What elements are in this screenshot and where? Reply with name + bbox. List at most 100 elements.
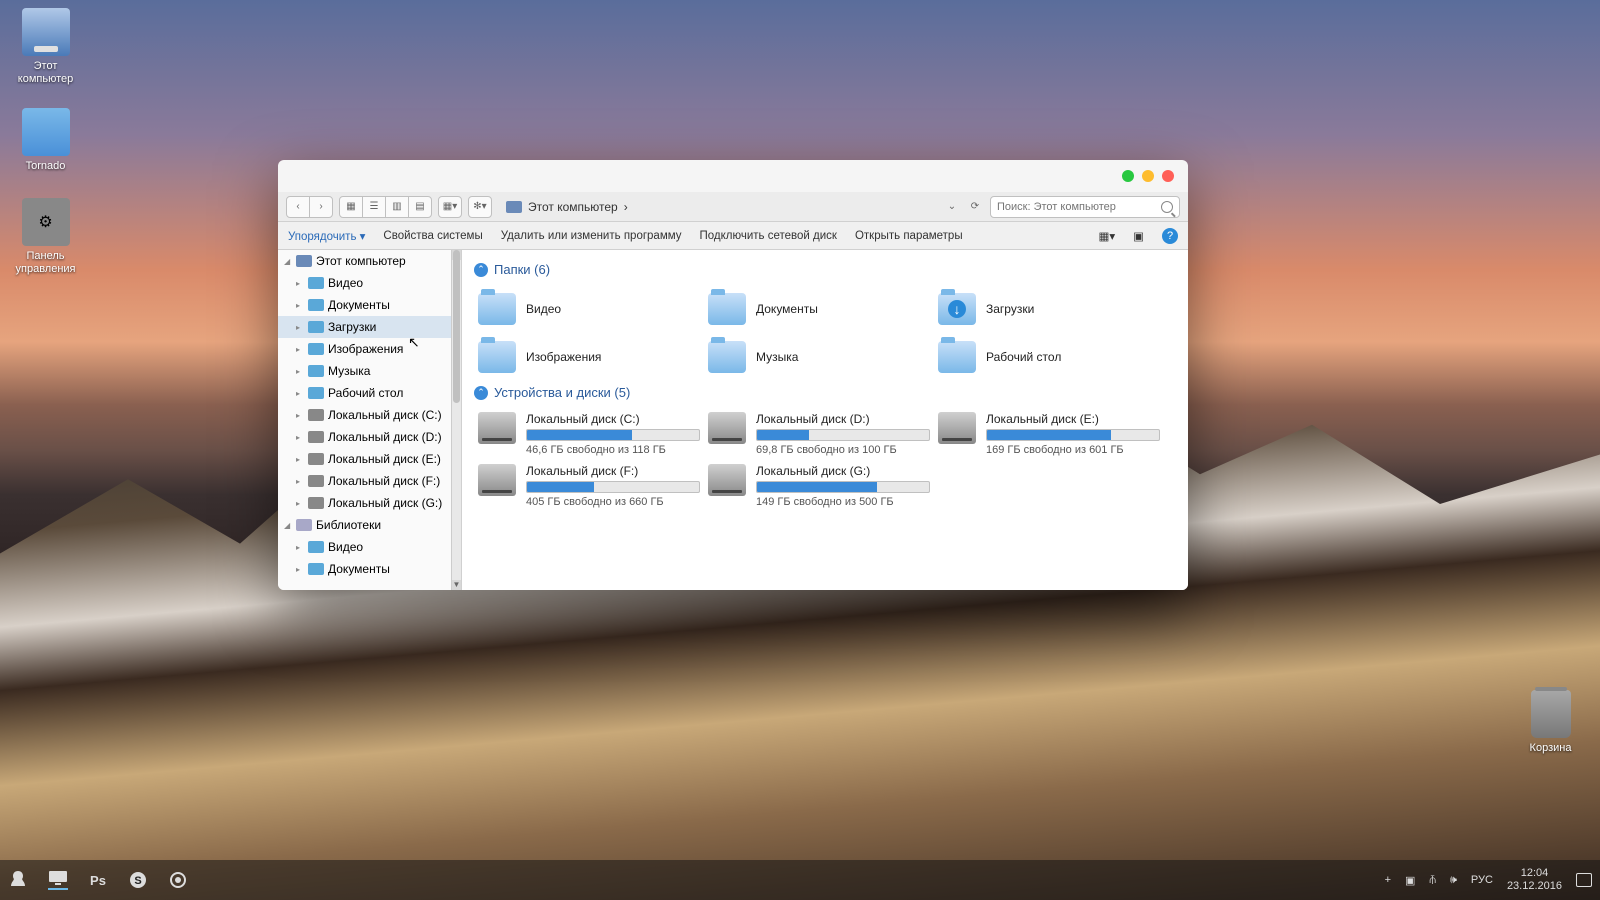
scroll-down-icon[interactable]: ▼	[452, 580, 461, 590]
titlebar[interactable]	[278, 160, 1188, 192]
drive-item[interactable]: Локальный диск (F:)405 ГБ свободно из 66…	[474, 460, 704, 512]
view-icons-button[interactable]: ▦	[339, 196, 363, 218]
sidebar-item[interactable]: ▸Изображения	[278, 338, 461, 360]
nav-back-button[interactable]: ‹	[286, 196, 310, 218]
search-box[interactable]	[990, 196, 1180, 218]
icon-label: Панель управления	[8, 250, 83, 276]
settings-button[interactable]: ✻▾	[468, 196, 492, 218]
folder-item[interactable]: Музыка	[704, 333, 934, 381]
folder-icon	[708, 293, 746, 325]
icon-label: Корзина	[1513, 742, 1588, 755]
tray-screen-icon[interactable]: ▣	[1405, 874, 1415, 887]
tray-clock[interactable]: 12:04 23.12.2016	[1507, 867, 1562, 893]
tray-add-icon[interactable]: +	[1385, 874, 1391, 886]
sidebar-label: Видео	[328, 276, 363, 290]
view-list-button[interactable]: ☰	[362, 196, 386, 218]
view-columns-button[interactable]: ▥	[385, 196, 409, 218]
view-gallery-button[interactable]: ▤	[408, 196, 432, 218]
sidebar-item[interactable]: ▸Локальный диск (F:)	[278, 470, 461, 492]
drive-item[interactable]: Локальный диск (D:)69,8 ГБ свободно из 1…	[704, 408, 934, 460]
clock-date: 23.12.2016	[1507, 880, 1562, 893]
drive-icon	[308, 497, 324, 509]
desktop-icon-recycle-bin[interactable]: Корзина	[1513, 690, 1588, 755]
sidebar-item[interactable]: ▸Видео	[278, 536, 461, 558]
desktop-icon-tornado[interactable]: Tornado	[8, 108, 83, 173]
nav-forward-button[interactable]: ›	[309, 196, 333, 218]
sidebar-item[interactable]: ▸Музыка	[278, 360, 461, 382]
system-properties-button[interactable]: Свойства системы	[383, 230, 482, 242]
folder-item[interactable]: Документы	[704, 285, 934, 333]
folder-item[interactable]: Видео	[474, 285, 704, 333]
sidebar-item[interactable]: ▸Локальный диск (C:)	[278, 404, 461, 426]
drive-usage-bar	[986, 429, 1160, 441]
folder-icon	[478, 293, 516, 325]
toolbar: ‹ › ▦ ☰ ▥ ▤ ▦▾ ✻▾ Этот компьютер › ⌄ ⟳	[278, 192, 1188, 222]
drive-name: Локальный диск (D:)	[756, 412, 930, 426]
drive-free-text: 169 ГБ свободно из 601 ГБ	[986, 444, 1160, 456]
sidebar-label: Изображения	[328, 342, 403, 356]
tray-language[interactable]: РУС	[1471, 874, 1493, 886]
sidebar-item[interactable]: ▸Локальный диск (G:)	[278, 492, 461, 514]
map-network-drive-button[interactable]: Подключить сетевой диск	[700, 230, 837, 242]
taskbar-skype[interactable]: S	[128, 870, 148, 890]
close-button[interactable]	[1162, 170, 1174, 182]
start-button[interactable]	[8, 870, 28, 890]
minimize-button[interactable]	[1122, 170, 1134, 182]
icon-label: Этот компьютер	[8, 60, 83, 86]
history-dropdown-button[interactable]: ⌄	[944, 196, 960, 218]
sidebar-root-this-pc[interactable]: ◢ Этот компьютер	[278, 250, 461, 272]
icon-label: Tornado	[8, 160, 83, 173]
folder-icon	[308, 541, 324, 553]
sidebar-label: Рабочий стол	[328, 386, 403, 400]
taskbar: Ps S + ▣ ⫚ 🕪 РУС 12:04 23.12.2016	[0, 860, 1600, 900]
folder-icon	[938, 341, 976, 373]
folder-item[interactable]: Изображения	[474, 333, 704, 381]
desktop-icon-control-panel[interactable]: ⚙ Панель управления	[8, 198, 83, 276]
group-title: Папки (6)	[494, 262, 550, 277]
folder-item[interactable]: Рабочий стол	[934, 333, 1164, 381]
sidebar-item[interactable]: ▸Документы	[278, 558, 461, 580]
group-header-drives[interactable]: ⌃ Устройства и диски (5)	[474, 385, 1176, 400]
uninstall-program-button[interactable]: Удалить или изменить программу	[501, 230, 682, 242]
sidebar-item[interactable]: ▸Локальный диск (D:)	[278, 426, 461, 448]
scrollbar-thumb[interactable]	[453, 250, 460, 403]
taskbar-explorer[interactable]	[48, 870, 68, 890]
desktop-icon-this-pc[interactable]: Этот компьютер	[8, 8, 83, 86]
folder-icon	[308, 365, 324, 377]
help-button[interactable]: ?	[1162, 228, 1178, 244]
drive-free-text: 149 ГБ свободно из 500 ГБ	[756, 496, 930, 508]
maximize-button[interactable]	[1142, 170, 1154, 182]
taskbar-chrome[interactable]	[168, 870, 188, 890]
tray-volume-icon[interactable]: 🕪	[1450, 874, 1457, 887]
view-options-button[interactable]: ▦▾	[438, 196, 462, 218]
refresh-button[interactable]: ⟳	[966, 196, 984, 218]
drive-icon	[308, 431, 324, 443]
folder-label: Рабочий стол	[986, 350, 1061, 364]
view-options-icon[interactable]: ▦▾	[1098, 229, 1115, 243]
sidebar-item[interactable]: ▸Загрузки	[278, 316, 461, 338]
sidebar-scrollbar[interactable]: ▲ ▼	[451, 250, 461, 590]
drive-item[interactable]: Локальный диск (G:)149 ГБ свободно из 50…	[704, 460, 934, 512]
search-input[interactable]	[997, 201, 1161, 213]
taskbar-photoshop[interactable]: Ps	[88, 870, 108, 890]
preview-pane-icon[interactable]: ▣	[1133, 229, 1144, 243]
sidebar-item[interactable]: ▸Рабочий стол	[278, 382, 461, 404]
tray-notifications-icon[interactable]	[1576, 873, 1592, 887]
folder-label: Изображения	[526, 350, 601, 364]
group-header-folders[interactable]: ⌃ Папки (6)	[474, 262, 1176, 277]
drive-item[interactable]: Локальный диск (E:)169 ГБ свободно из 60…	[934, 408, 1164, 460]
folder-item[interactable]: Загрузки	[934, 285, 1164, 333]
sidebar-item[interactable]: ▸Локальный диск (E:)	[278, 448, 461, 470]
sidebar-item[interactable]: ▸Документы	[278, 294, 461, 316]
breadcrumb[interactable]: Этот компьютер ›	[498, 200, 938, 214]
sidebar-item[interactable]: ▸Видео	[278, 272, 461, 294]
tray-network-icon[interactable]: ⫚	[1429, 874, 1436, 887]
sidebar-root-libraries[interactable]: ◢ Библиотеки	[278, 514, 461, 536]
organize-button[interactable]: Упорядочить ▾	[288, 229, 365, 243]
sidebar-label: Документы	[328, 298, 390, 312]
drive-item[interactable]: Локальный диск (C:)46,6 ГБ свободно из 1…	[474, 408, 704, 460]
computer-icon	[296, 255, 312, 267]
sidebar-label: Документы	[328, 562, 390, 576]
open-settings-button[interactable]: Открыть параметры	[855, 230, 963, 242]
clock-time: 12:04	[1507, 867, 1562, 880]
